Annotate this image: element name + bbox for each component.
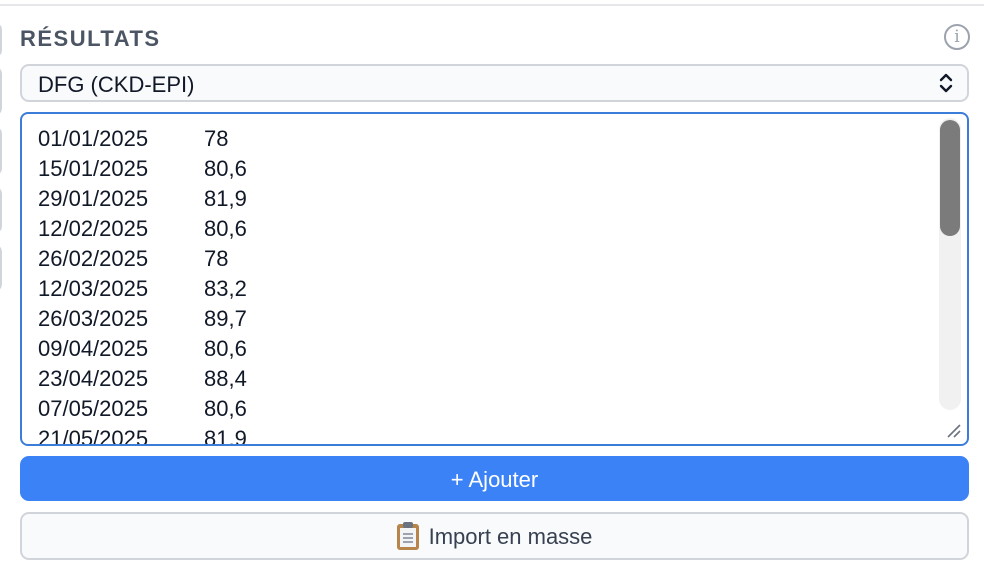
result-date: 07/05/2025 [38, 396, 149, 421]
result-row: 23/04/2025 88,4 [38, 364, 247, 394]
result-value: 88,4 [204, 366, 247, 391]
result-date: 12/03/2025 [38, 276, 149, 301]
result-row: 07/05/2025 80,6 [38, 394, 247, 424]
result-row: 09/04/2025 80,6 [38, 334, 247, 364]
bulk-import-label: Import en masse [428, 524, 593, 549]
result-date: 21/05/2025 [38, 426, 149, 446]
result-value: 81,9 [204, 426, 247, 446]
top-divider [0, 4, 984, 6]
result-value: 80,6 [204, 396, 247, 421]
result-value: 80,6 [204, 156, 247, 181]
bulk-import-button[interactable]: Import en masse [20, 512, 969, 560]
scrollbar-thumb[interactable] [940, 120, 960, 236]
result-row: 01/01/2025 78 [38, 124, 247, 154]
result-date: 09/04/2025 [38, 336, 149, 361]
clipboard-icon [396, 522, 419, 550]
result-value: 89,7 [204, 306, 247, 331]
result-value: 80,6 [204, 216, 247, 241]
result-row: 12/03/2025 83,2 [38, 274, 247, 304]
section-header: RÉSULTATS i [20, 24, 970, 56]
scrollbar-track[interactable] [939, 118, 961, 410]
resize-handle-icon[interactable] [945, 422, 961, 438]
result-type-selected-value: DFG (CKD-EPI) [38, 72, 195, 97]
left-column-control[interactable] [0, 244, 2, 292]
results-textarea[interactable]: 01/01/2025 78 15/01/2025 80,6 29/01/2025 81,9… [20, 112, 969, 446]
result-date: 15/01/2025 [38, 156, 149, 181]
results-panel: RÉSULTATS i DFG (CKD-EPI) 01/01/2025 78 15… [0, 0, 984, 576]
left-column-control[interactable] [0, 186, 2, 234]
results-list: 01/01/2025 78 15/01/2025 80,6 29/01/2025 81,9… [38, 124, 247, 446]
info-icon[interactable]: i [944, 24, 970, 50]
result-value: 83,2 [204, 276, 247, 301]
result-date: 12/02/2025 [38, 216, 149, 241]
result-row: 29/01/2025 81,9 [38, 184, 247, 214]
left-column-control[interactable] [0, 66, 2, 116]
section-title: RÉSULTATS [20, 26, 161, 51]
left-column-control[interactable] [0, 126, 2, 176]
result-date: 01/01/2025 [38, 126, 149, 151]
result-row: 26/02/2025 78 [38, 244, 247, 274]
result-value: 78 [204, 246, 229, 271]
result-row: 15/01/2025 80,6 [38, 154, 247, 184]
result-date: 23/04/2025 [38, 366, 149, 391]
add-button[interactable]: + Ajouter [20, 456, 969, 501]
result-row: 12/02/2025 80,6 [38, 214, 247, 244]
result-date: 29/01/2025 [38, 186, 149, 211]
chevron-up-down-icon [939, 73, 953, 93]
result-row: 21/05/2025 81,9 [38, 424, 247, 446]
result-value: 80,6 [204, 336, 247, 361]
result-date: 26/03/2025 [38, 306, 149, 331]
result-value: 78 [204, 126, 229, 151]
result-value: 81,9 [204, 186, 247, 211]
result-date: 26/02/2025 [38, 246, 149, 271]
result-type-select[interactable]: DFG (CKD-EPI) [20, 64, 969, 102]
left-column-control[interactable] [0, 22, 2, 58]
result-row: 26/03/2025 89,7 [38, 304, 247, 334]
